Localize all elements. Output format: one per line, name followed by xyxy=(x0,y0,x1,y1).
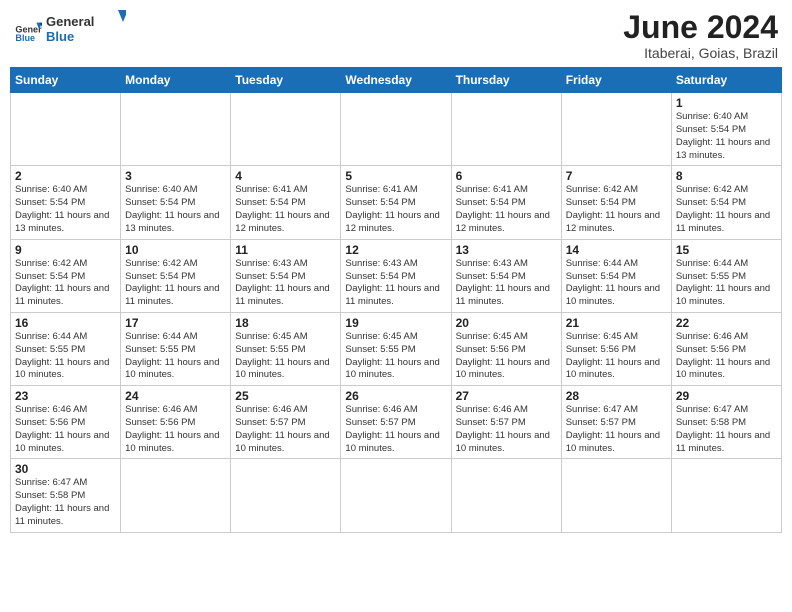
header-thursday: Thursday xyxy=(451,68,561,93)
empty-cell xyxy=(451,93,561,166)
empty-cell xyxy=(231,459,341,532)
day-28: 28 Sunrise: 6:47 AMSunset: 5:57 PMDaylig… xyxy=(561,386,671,459)
empty-cell xyxy=(671,459,781,532)
day-30: 30 Sunrise: 6:47 AMSunset: 5:58 PMDaylig… xyxy=(11,459,121,532)
day-19: 19 Sunrise: 6:45 AMSunset: 5:55 PMDaylig… xyxy=(341,312,451,385)
day-1: 1 Sunrise: 6:40 AMSunset: 5:54 PMDayligh… xyxy=(671,93,781,166)
day-23: 23 Sunrise: 6:46 AMSunset: 5:56 PMDaylig… xyxy=(11,386,121,459)
logo-icon: General Blue xyxy=(14,17,42,45)
month-title: June 2024 xyxy=(623,10,778,45)
day-7: 7 Sunrise: 6:42 AMSunset: 5:54 PMDayligh… xyxy=(561,166,671,239)
header-monday: Monday xyxy=(121,68,231,93)
day-5: 5 Sunrise: 6:41 AMSunset: 5:54 PMDayligh… xyxy=(341,166,451,239)
header-saturday: Saturday xyxy=(671,68,781,93)
title-area: June 2024 Itaberai, Goias, Brazil xyxy=(623,10,778,61)
day-9: 9 Sunrise: 6:42 AMSunset: 5:54 PMDayligh… xyxy=(11,239,121,312)
day-14: 14 Sunrise: 6:44 AMSunset: 5:54 PMDaylig… xyxy=(561,239,671,312)
day-21: 21 Sunrise: 6:45 AMSunset: 5:56 PMDaylig… xyxy=(561,312,671,385)
day-6: 6 Sunrise: 6:41 AMSunset: 5:54 PMDayligh… xyxy=(451,166,561,239)
header-sunday: Sunday xyxy=(11,68,121,93)
week-row-2: 2 Sunrise: 6:40 AMSunset: 5:54 PMDayligh… xyxy=(11,166,782,239)
week-row-3: 9 Sunrise: 6:42 AMSunset: 5:54 PMDayligh… xyxy=(11,239,782,312)
day-4: 4 Sunrise: 6:41 AMSunset: 5:54 PMDayligh… xyxy=(231,166,341,239)
page-header: General Blue General Blue June 2024 Itab… xyxy=(10,10,782,61)
week-row-5: 23 Sunrise: 6:46 AMSunset: 5:56 PMDaylig… xyxy=(11,386,782,459)
svg-text:Blue: Blue xyxy=(15,32,35,42)
day-13: 13 Sunrise: 6:43 AMSunset: 5:54 PMDaylig… xyxy=(451,239,561,312)
svg-text:Blue: Blue xyxy=(46,29,74,44)
empty-cell xyxy=(11,93,121,166)
calendar-table: Sunday Monday Tuesday Wednesday Thursday… xyxy=(10,67,782,533)
day-10: 10 Sunrise: 6:42 AMSunset: 5:54 PMDaylig… xyxy=(121,239,231,312)
week-row-1: 1 Sunrise: 6:40 AMSunset: 5:54 PMDayligh… xyxy=(11,93,782,166)
week-row-6: 30 Sunrise: 6:47 AMSunset: 5:58 PMDaylig… xyxy=(11,459,782,532)
empty-cell xyxy=(121,459,231,532)
day-17: 17 Sunrise: 6:44 AMSunset: 5:55 PMDaylig… xyxy=(121,312,231,385)
header-wednesday: Wednesday xyxy=(341,68,451,93)
empty-cell xyxy=(561,93,671,166)
day-3: 3 Sunrise: 6:40 AMSunset: 5:54 PMDayligh… xyxy=(121,166,231,239)
day-8: 8 Sunrise: 6:42 AMSunset: 5:54 PMDayligh… xyxy=(671,166,781,239)
day-18: 18 Sunrise: 6:45 AMSunset: 5:55 PMDaylig… xyxy=(231,312,341,385)
logo-text-svg: General Blue xyxy=(46,10,126,46)
header-friday: Friday xyxy=(561,68,671,93)
day-2: 2 Sunrise: 6:40 AMSunset: 5:54 PMDayligh… xyxy=(11,166,121,239)
empty-cell xyxy=(561,459,671,532)
weekday-header-row: Sunday Monday Tuesday Wednesday Thursday… xyxy=(11,68,782,93)
empty-cell xyxy=(341,459,451,532)
day-12: 12 Sunrise: 6:43 AMSunset: 5:54 PMDaylig… xyxy=(341,239,451,312)
empty-cell xyxy=(231,93,341,166)
header-tuesday: Tuesday xyxy=(231,68,341,93)
day-24: 24 Sunrise: 6:46 AMSunset: 5:56 PMDaylig… xyxy=(121,386,231,459)
day-20: 20 Sunrise: 6:45 AMSunset: 5:56 PMDaylig… xyxy=(451,312,561,385)
empty-cell xyxy=(451,459,561,532)
location-title: Itaberai, Goias, Brazil xyxy=(623,45,778,61)
day-11: 11 Sunrise: 6:43 AMSunset: 5:54 PMDaylig… xyxy=(231,239,341,312)
day-27: 27 Sunrise: 6:46 AMSunset: 5:57 PMDaylig… xyxy=(451,386,561,459)
day-26: 26 Sunrise: 6:46 AMSunset: 5:57 PMDaylig… xyxy=(341,386,451,459)
logo: General Blue General Blue xyxy=(14,10,126,51)
day-22: 22 Sunrise: 6:46 AMSunset: 5:56 PMDaylig… xyxy=(671,312,781,385)
day-15: 15 Sunrise: 6:44 AMSunset: 5:55 PMDaylig… xyxy=(671,239,781,312)
day-25: 25 Sunrise: 6:46 AMSunset: 5:57 PMDaylig… xyxy=(231,386,341,459)
day-29: 29 Sunrise: 6:47 AMSunset: 5:58 PMDaylig… xyxy=(671,386,781,459)
week-row-4: 16 Sunrise: 6:44 AMSunset: 5:55 PMDaylig… xyxy=(11,312,782,385)
svg-text:General: General xyxy=(46,14,94,29)
empty-cell xyxy=(121,93,231,166)
empty-cell xyxy=(341,93,451,166)
day-16: 16 Sunrise: 6:44 AMSunset: 5:55 PMDaylig… xyxy=(11,312,121,385)
